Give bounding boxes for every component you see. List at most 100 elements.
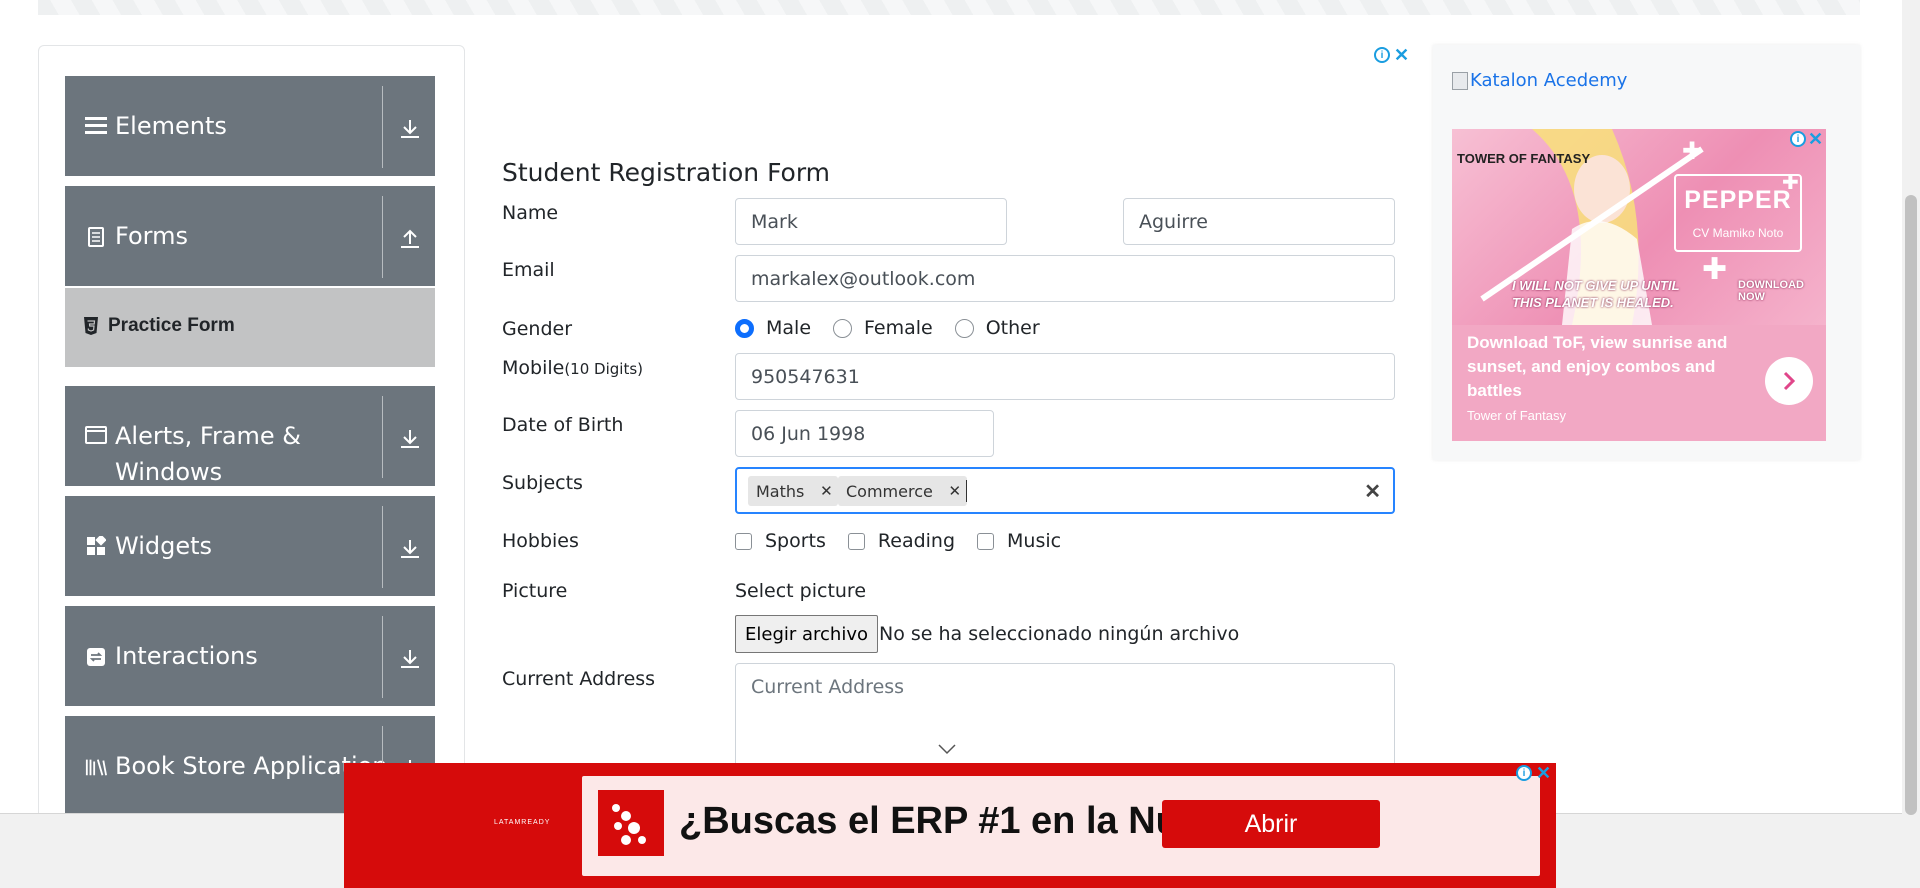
bottom-erp-ad[interactable]: LATAMREADY ¿Buscas el ERP #1 en la Nube?… bbox=[344, 763, 1556, 888]
sidebar-group-title: Interactions bbox=[115, 642, 258, 670]
hobbies-label: Hobbies bbox=[502, 530, 579, 552]
mobile-label: Mobile(10 Digits) bbox=[502, 357, 643, 379]
sparkle: ✚ bbox=[1702, 253, 1727, 286]
hobby-option-music[interactable]: Music bbox=[977, 530, 1061, 552]
hobby-option-reading[interactable]: Reading bbox=[847, 530, 956, 552]
ad-subheadline: CV Mamiko Noto bbox=[1692, 226, 1784, 240]
latam-logo-text: LATAMREADY bbox=[494, 819, 551, 826]
html5-icon bbox=[83, 316, 99, 336]
sidebar-group-title: Widgets bbox=[115, 532, 213, 560]
ad-headline: PEPPER bbox=[1684, 186, 1792, 214]
radio-female[interactable] bbox=[833, 318, 853, 338]
checkbox-sports[interactable] bbox=[735, 532, 752, 550]
gender-option-female[interactable]: Female bbox=[833, 317, 933, 339]
ad-artwork: ✚ ✚ ✚ TOWER OF FANTASY PEPPER CV Mamiko … bbox=[1452, 129, 1826, 325]
sidebar-group-widgets[interactable]: Widgets bbox=[65, 496, 435, 596]
divider bbox=[382, 506, 383, 588]
gender-female-label: Female bbox=[864, 317, 933, 339]
chevron-right-icon bbox=[1783, 371, 1796, 391]
mobile-input[interactable]: 950547631 bbox=[735, 353, 1395, 400]
gender-option-other[interactable]: Other bbox=[954, 317, 1040, 339]
checkbox-reading[interactable] bbox=[847, 532, 865, 550]
interaction-icon bbox=[85, 646, 107, 668]
last-name-input[interactable]: Aguirre bbox=[1123, 198, 1395, 245]
upload-arrow-icon[interactable] bbox=[395, 224, 425, 254]
download-arrow-icon[interactable] bbox=[395, 114, 425, 144]
scrollbar-thumb[interactable] bbox=[1905, 195, 1917, 815]
divider bbox=[382, 396, 383, 478]
ad-headline-box: PEPPER CV Mamiko Noto bbox=[1674, 174, 1802, 252]
sidebar-group-elements[interactable]: Elements bbox=[65, 76, 435, 176]
ad-close-icon[interactable]: ✕ bbox=[1808, 130, 1823, 148]
text-caret bbox=[966, 480, 967, 502]
page: Elements Forms Practice Form Alerts, Fra… bbox=[0, 0, 1920, 888]
name-label: Name bbox=[502, 202, 559, 224]
broken-image-icon bbox=[1452, 71, 1468, 90]
date-of-birth-input[interactable]: 06 Jun 1998 bbox=[735, 410, 994, 457]
sidebar-group-alerts-frame-windows[interactable]: Alerts, Frame & Windows bbox=[65, 386, 435, 486]
hobby-music-label: Music bbox=[1007, 530, 1062, 552]
top-banner-strip bbox=[38, 0, 1860, 15]
first-name-input[interactable]: Mark bbox=[735, 198, 1007, 245]
sidebar-group-title: Forms bbox=[115, 222, 188, 250]
ad-close-icon[interactable]: ✕ bbox=[1394, 46, 1409, 64]
sidebar-group-forms[interactable]: Forms bbox=[65, 186, 435, 286]
remove-tag-icon[interactable]: ✕ bbox=[943, 476, 967, 506]
sidebar-item-label: Practice Form bbox=[108, 315, 235, 336]
katalon-ad-alt-text: Katalon Acedemy bbox=[1470, 70, 1628, 91]
sidebar-group-interactions[interactable]: Interactions bbox=[65, 606, 435, 706]
radio-male[interactable] bbox=[735, 318, 754, 338]
ad-download-now: DOWNLOAD NOW bbox=[1738, 279, 1804, 303]
remove-tag-icon[interactable]: ✕ bbox=[814, 476, 838, 506]
ad-info-icon[interactable]: i bbox=[1516, 765, 1532, 781]
sidebar: Elements Forms Practice Form Alerts, Fra… bbox=[38, 45, 465, 835]
choose-file-button[interactable]: Elegir archivo bbox=[735, 615, 879, 653]
katalon-ad-link[interactable]: Katalon Acedemy bbox=[1452, 70, 1627, 91]
hamburger-icon bbox=[85, 114, 107, 136]
hobby-sports-label: Sports bbox=[765, 530, 826, 552]
sidebar-group-title: Alerts, Frame & bbox=[115, 422, 302, 450]
hobby-option-sports[interactable]: Sports bbox=[735, 530, 826, 552]
bottom-ad-open-button[interactable]: Abrir bbox=[1162, 800, 1380, 848]
divider bbox=[382, 616, 383, 698]
tower-of-fantasy-ad[interactable]: ✚ ✚ ✚ TOWER OF FANTASY PEPPER CV Mamiko … bbox=[1452, 129, 1826, 441]
radio-other[interactable] bbox=[954, 318, 974, 338]
download-arrow-icon[interactable] bbox=[395, 424, 425, 454]
sidebar-item-practice-form[interactable]: Practice Form bbox=[65, 288, 435, 367]
ad-next-button[interactable] bbox=[1765, 357, 1813, 405]
browser-window-icon bbox=[85, 424, 107, 446]
picture-label: Picture bbox=[502, 580, 568, 602]
subjects-input[interactable]: Maths ✕ Commerce ✕ ✕ bbox=[735, 467, 1395, 514]
hobbies-checkbox-group: Sports Reading Music bbox=[735, 530, 1083, 552]
email-label: Email bbox=[502, 259, 555, 281]
ad-slogan-line1: I WILL NOT GIVE UP UNTIL bbox=[1512, 278, 1680, 293]
mobile-label-text: Mobile bbox=[502, 357, 565, 379]
hobby-reading-label: Reading bbox=[877, 530, 956, 552]
email-input[interactable]: markalex@outlook.com bbox=[735, 255, 1395, 302]
checkbox-music[interactable] bbox=[977, 532, 995, 550]
gender-label: Gender bbox=[502, 318, 573, 340]
ad-close-icon[interactable]: ✕ bbox=[1536, 764, 1551, 782]
page-scrollbar[interactable] bbox=[1902, 0, 1920, 888]
subject-tag-label: Commerce bbox=[846, 481, 933, 501]
sidebar-group-title-line2: Windows bbox=[115, 458, 223, 486]
subject-tag-label: Maths bbox=[756, 481, 805, 501]
gender-other-label: Other bbox=[985, 317, 1040, 339]
dob-label: Date of Birth bbox=[502, 414, 624, 436]
divider bbox=[382, 196, 383, 278]
ad-description: Download ToF, view sunrise and sunset, a… bbox=[1467, 333, 1728, 400]
sparkle: ✚ bbox=[1682, 138, 1702, 165]
mobile-hint: (10 Digits) bbox=[564, 360, 643, 378]
download-arrow-icon[interactable] bbox=[395, 534, 425, 564]
divider bbox=[382, 86, 383, 168]
document-icon bbox=[85, 226, 107, 248]
download-arrow-icon[interactable] bbox=[395, 644, 425, 674]
books-icon bbox=[85, 756, 107, 778]
clear-all-icon[interactable]: ✕ bbox=[1364, 479, 1381, 504]
ad-info-icon[interactable]: i bbox=[1790, 131, 1806, 147]
gender-option-male[interactable]: Male bbox=[735, 317, 811, 339]
ad-brand: TOWER OF FANTASY bbox=[1457, 151, 1591, 166]
ad-source: Tower of Fantasy bbox=[1467, 408, 1566, 423]
ad-slogan: I WILL NOT GIVE UP UNTIL THIS PLANET IS H… bbox=[1512, 277, 1680, 311]
ad-info-icon[interactable]: i bbox=[1374, 47, 1390, 63]
